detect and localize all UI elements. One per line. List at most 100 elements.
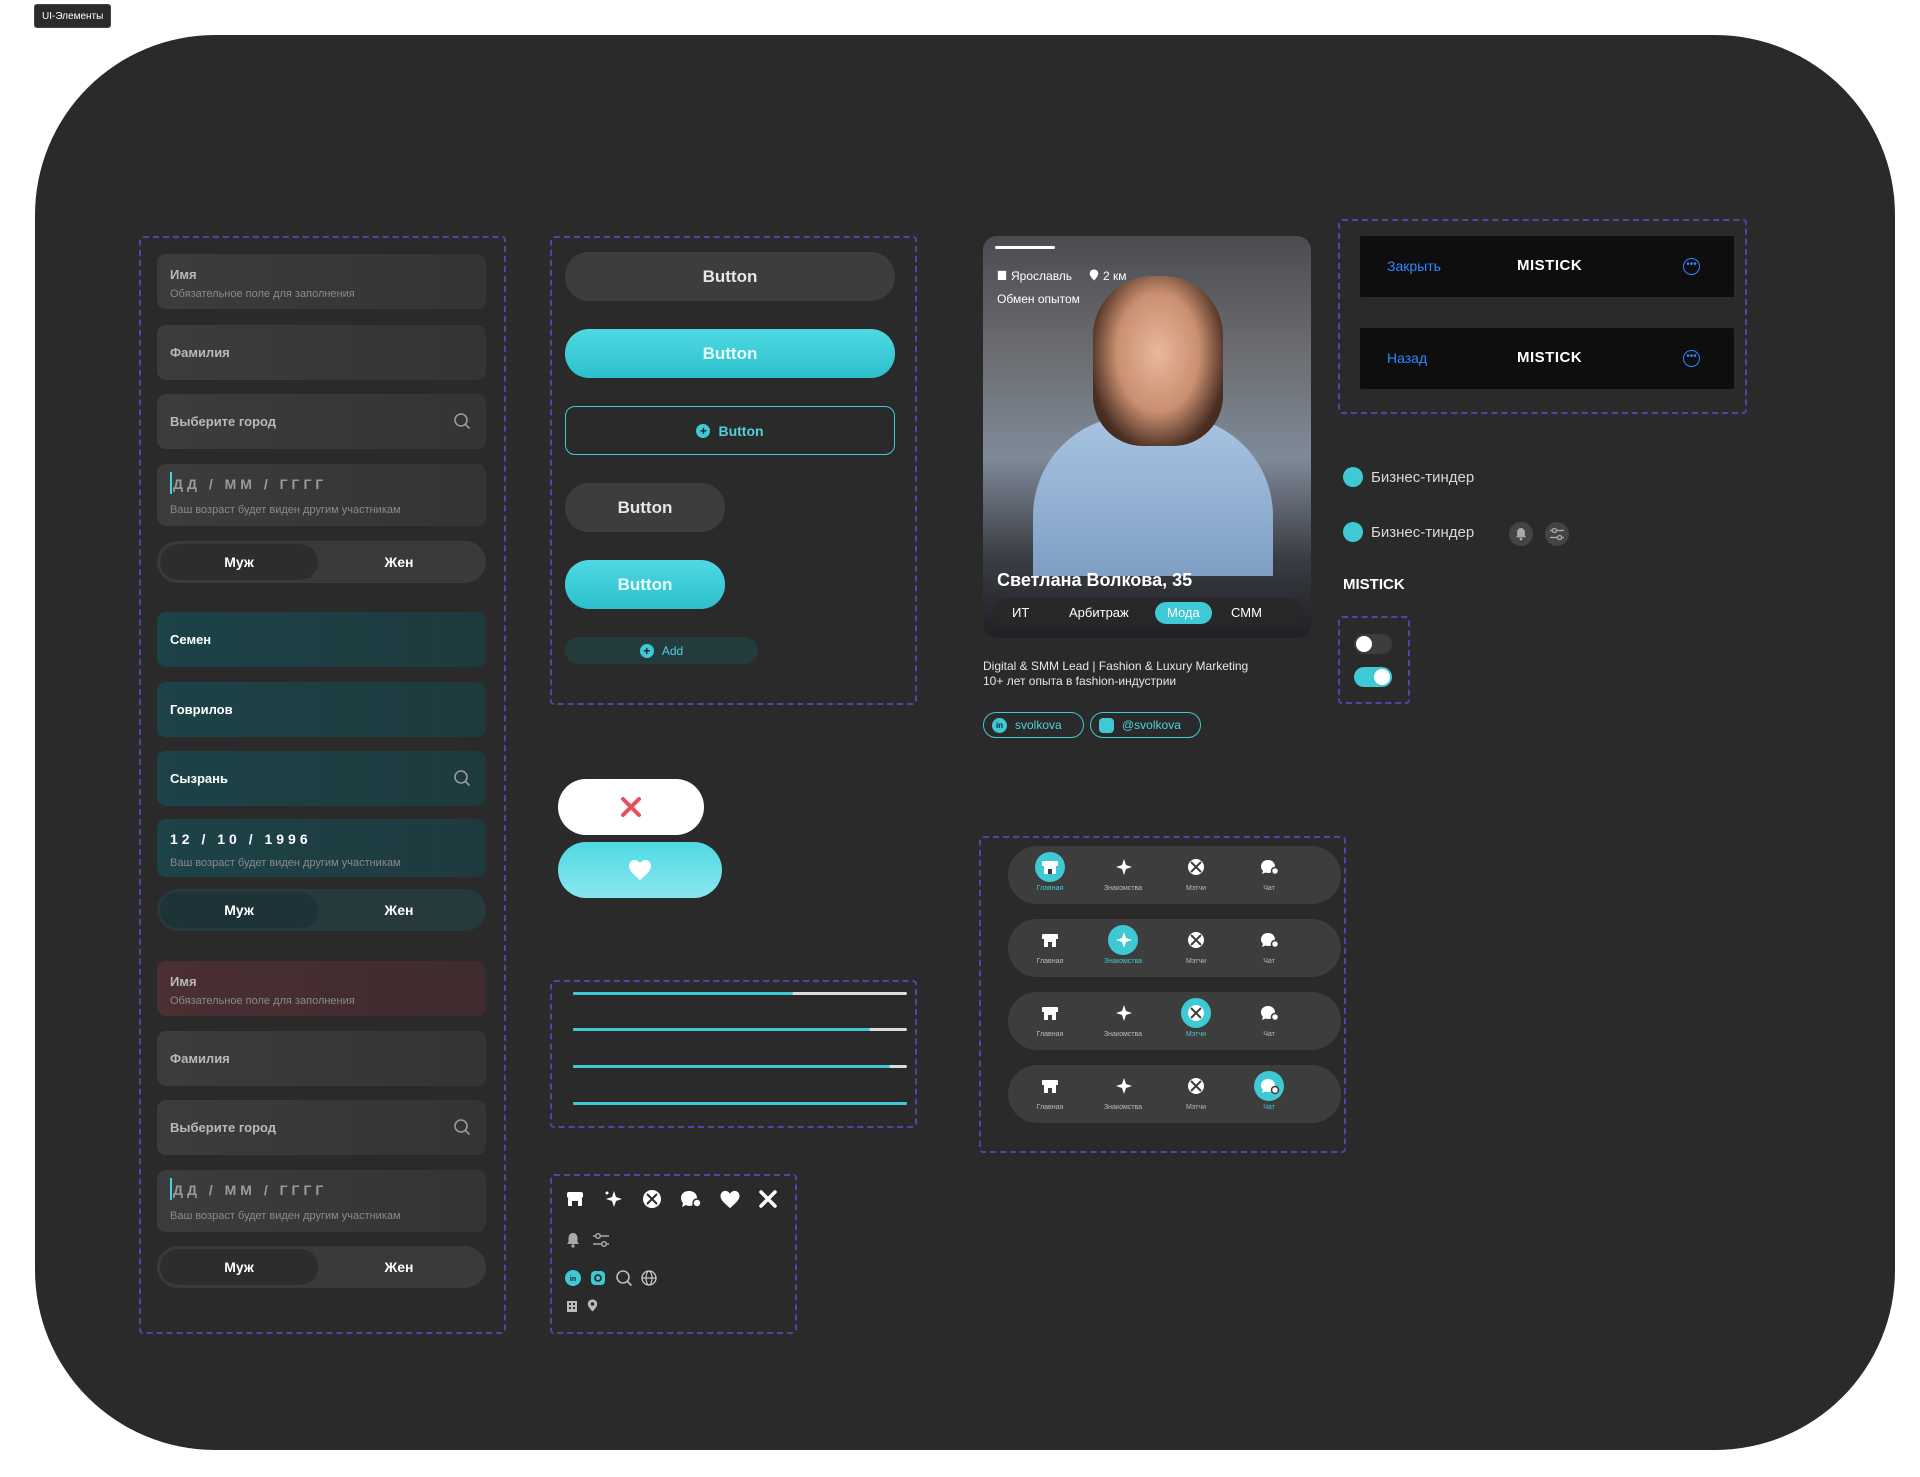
last-name-value: Говрилов — [170, 702, 233, 717]
first-name-field-error[interactable]: Имя Обязательное поле для заполнения — [157, 961, 486, 1016]
close-icon — [621, 797, 641, 817]
toggle-off[interactable] — [1354, 634, 1392, 654]
chip-it[interactable]: ИТ — [1012, 605, 1029, 620]
first-name-field-filled[interactable]: Семен — [157, 612, 486, 667]
close-link[interactable]: Закрыть — [1387, 258, 1441, 274]
tab-label: Мэтчи — [1185, 885, 1207, 892]
last-name-field[interactable]: Фамилия — [157, 1031, 486, 1086]
progress-bar-3 — [573, 1065, 907, 1068]
outline-button[interactable]: + Button — [565, 406, 895, 455]
chip-arbitrage[interactable]: Арбитраж — [1069, 605, 1129, 620]
gender-male-option[interactable]: Муж — [160, 902, 318, 918]
instagram-handle: @svolkova — [1122, 718, 1181, 732]
profile-name: Светлана Волкова, 35 — [997, 570, 1193, 590]
city-placeholder: Выберите город — [170, 414, 277, 429]
tab-matches[interactable]: Мэтчи — [1171, 998, 1221, 1038]
building-icon — [567, 1301, 577, 1312]
city-field-filled[interactable]: Сызрань — [157, 751, 486, 806]
last-name-field[interactable]: Фамилия — [157, 325, 486, 380]
add-button-label: Add — [661, 643, 684, 658]
progress-fill — [573, 1065, 891, 1068]
chat-icon — [1254, 1071, 1284, 1101]
gender-male-option[interactable]: Муж — [160, 554, 318, 570]
primary-button[interactable]: Button — [565, 560, 725, 609]
group-buttons — [550, 236, 917, 705]
tab-dating[interactable]: Знакомства — [1098, 1071, 1148, 1111]
more-icon[interactable]: ••• — [1683, 350, 1700, 367]
sparkle-icon — [1108, 925, 1138, 955]
tab-label: Главная — [1036, 958, 1064, 965]
primary-button-wide[interactable]: Button — [565, 329, 895, 378]
first-name-hint: Обязательное поле для заполнения — [170, 288, 355, 300]
tab-chat[interactable]: Чат — [1244, 852, 1294, 892]
toggle-knob — [1374, 669, 1390, 685]
filter-button[interactable] — [1545, 522, 1569, 546]
add-button[interactable]: + Add — [565, 637, 758, 664]
secondary-button-wide[interactable]: Button — [565, 252, 895, 301]
tab-chat[interactable]: Чат — [1244, 1071, 1294, 1111]
gender-female-option[interactable]: Жен — [320, 1259, 478, 1275]
tab-chat[interactable]: Чат — [1244, 925, 1294, 965]
gender-male-option[interactable]: Муж — [160, 1259, 318, 1275]
last-name-label: Фамилия — [170, 345, 230, 360]
outline-button-label: Button — [718, 422, 764, 439]
tab-dating[interactable]: Знакомства — [1098, 998, 1148, 1038]
tab-matches[interactable]: Мэтчи — [1171, 852, 1221, 892]
tab-home[interactable]: Главная — [1025, 998, 1075, 1038]
birthdate-value: ДД / ММ / ГГГГ — [173, 1182, 328, 1198]
search-icon[interactable] — [453, 1118, 471, 1136]
tab-home[interactable]: Главная — [1025, 1071, 1075, 1111]
tab-bar: Главная Знакомства Мэтчи Чат — [1008, 846, 1341, 904]
building-icon — [997, 270, 1007, 280]
birthdate-field-filled[interactable]: 12 / 10 / 1996 Ваш возраст будет виден д… — [157, 819, 486, 877]
search-icon[interactable] — [453, 412, 471, 430]
more-icon[interactable]: ••• — [1683, 258, 1700, 275]
tab-matches[interactable]: Мэтчи — [1171, 925, 1221, 965]
brand-logo: MISTICK — [1517, 257, 1583, 274]
tab-bar: Главная Знакомства Мэтчи Чат — [1008, 1065, 1341, 1123]
text-cursor — [170, 472, 172, 494]
city-field[interactable]: Выберите город — [157, 394, 486, 449]
secondary-button[interactable]: Button — [565, 483, 725, 532]
gender-female-option[interactable]: Жен — [320, 902, 478, 918]
tab-chat[interactable]: Чат — [1244, 998, 1294, 1038]
progress-bar-4 — [573, 1102, 907, 1105]
matches-icon — [1181, 925, 1211, 955]
instagram-icon — [591, 1271, 605, 1285]
profile-card[interactable]: Ярославль 2 км Обмен опытом Светлана Вол… — [983, 236, 1311, 638]
tab-dating[interactable]: Знакомства — [1098, 852, 1148, 892]
profile-photo — [1093, 276, 1223, 446]
birthdate-field[interactable]: ДД / ММ / ГГГГ Ваш возраст будет виден д… — [157, 1170, 486, 1232]
linkedin-link[interactable]: in svolkova — [983, 712, 1084, 738]
city-placeholder: Выберите город — [170, 1120, 277, 1135]
last-name-field-filled[interactable]: Говрилов — [157, 682, 486, 737]
tab-dating[interactable]: Знакомства — [1098, 925, 1148, 965]
dislike-button[interactable] — [558, 779, 704, 835]
frame-label: UI-Элементы — [34, 4, 112, 28]
tab-label: Чат — [1263, 885, 1275, 892]
chip-fashion[interactable]: Мода — [1155, 602, 1212, 624]
like-button[interactable] — [558, 842, 722, 898]
tab-home[interactable]: Главная — [1025, 852, 1075, 892]
tab-home[interactable]: Главная — [1025, 925, 1075, 965]
birthdate-field[interactable]: ДД / ММ / ГГГГ Ваш возраст будет виден д… — [157, 464, 486, 526]
gender-toggle[interactable]: Муж Жен — [157, 541, 486, 583]
city-field[interactable]: Выберите город — [157, 1100, 486, 1155]
pin-icon — [587, 1299, 598, 1312]
tab-label: Чат — [1263, 1031, 1275, 1038]
search-icon[interactable] — [453, 769, 471, 787]
tab-matches[interactable]: Мэтчи — [1171, 1071, 1221, 1111]
gender-toggle-filled[interactable]: Муж Жен — [157, 889, 486, 931]
birthdate-hint: Ваш возраст будет виден другим участника… — [170, 857, 401, 869]
instagram-link[interactable]: @svolkova — [1090, 712, 1201, 738]
chip-smm[interactable]: СММ — [1231, 605, 1262, 620]
profile-desc-line1: Digital & SMM Lead | Fashion & Luxury Ma… — [983, 659, 1249, 673]
toggle-on[interactable] — [1354, 667, 1392, 687]
city-value: Сызрань — [170, 771, 228, 786]
first-name-field[interactable]: Имя Обязательное поле для заполнения — [157, 254, 486, 309]
bell-button[interactable] — [1509, 522, 1533, 546]
gender-female-option[interactable]: Жен — [320, 554, 478, 570]
back-link[interactable]: Назад — [1387, 350, 1427, 366]
gender-toggle[interactable]: Муж Жен — [157, 1246, 486, 1288]
shop-icon — [1035, 925, 1065, 955]
